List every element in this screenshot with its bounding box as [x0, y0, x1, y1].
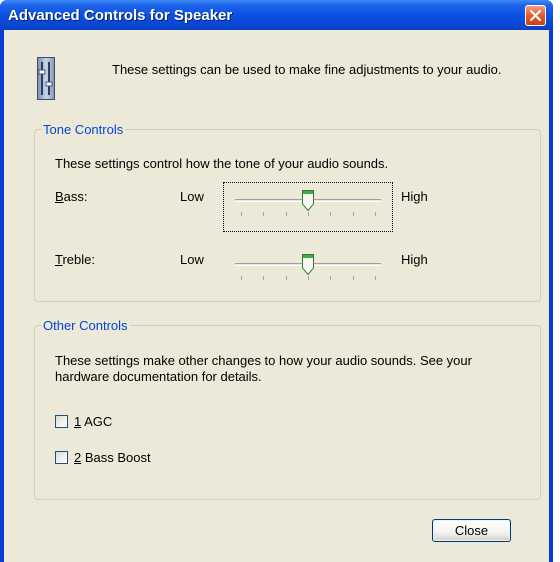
bass-slider-tick — [352, 212, 354, 216]
bass-slider-thumb[interactable] — [302, 190, 314, 211]
dialog-window: Advanced Controls for Speaker These sett… — [0, 0, 553, 562]
bass-low-label: Low — [180, 189, 204, 204]
bass-slider-tick — [330, 212, 332, 216]
treble-label: Treble: — [55, 252, 95, 267]
treble-slider[interactable] — [230, 251, 386, 291]
tone-controls-description: These settings control how the tone of y… — [55, 156, 389, 171]
bass-slider-tick — [308, 212, 309, 216]
other-controls-title: Other Controls — [41, 318, 130, 333]
close-button[interactable]: Close — [432, 519, 511, 542]
agc-checkbox[interactable] — [55, 415, 68, 428]
tone-controls-title: Tone Controls — [41, 122, 126, 137]
other-controls-description: These settings make other changes to how… — [55, 353, 472, 384]
equalizer-icon — [37, 57, 55, 100]
treble-slider-tick — [330, 276, 332, 280]
bass-high-label: High — [401, 189, 428, 204]
bass-boost-checkbox[interactable] — [55, 451, 68, 464]
treble-slider-tick — [375, 276, 376, 280]
dialog-body: These settings can be used to make fine … — [4, 30, 549, 562]
bass-boost-label[interactable]: 2 Bass Boost — [74, 450, 151, 465]
bass-slider-tick — [241, 212, 242, 216]
bass-slider-tick — [285, 212, 287, 216]
close-window-button[interactable] — [525, 5, 546, 26]
treble-slider-tick — [263, 276, 265, 280]
treble-slider-thumb[interactable] — [302, 254, 314, 275]
other-controls-group: Other Controls — [34, 318, 541, 500]
treble-slider-tick — [241, 276, 242, 280]
header-description: These settings can be used to make fine … — [112, 62, 502, 77]
bass-slider-tick — [375, 212, 376, 216]
window-title: Advanced Controls for Speaker — [8, 7, 233, 24]
close-icon — [529, 9, 542, 22]
bass-slider-tick — [263, 212, 265, 216]
treble-high-label: High — [401, 252, 428, 267]
bass-slider[interactable] — [230, 187, 386, 227]
agc-label[interactable]: 1 AGC — [74, 414, 112, 429]
treble-slider-tick — [352, 276, 354, 280]
bass-label: Bass: — [55, 189, 88, 204]
treble-low-label: Low — [180, 252, 204, 267]
treble-slider-tick — [308, 276, 309, 280]
title-bar[interactable]: Advanced Controls for Speaker — [0, 0, 553, 30]
treble-slider-tick — [285, 276, 287, 280]
